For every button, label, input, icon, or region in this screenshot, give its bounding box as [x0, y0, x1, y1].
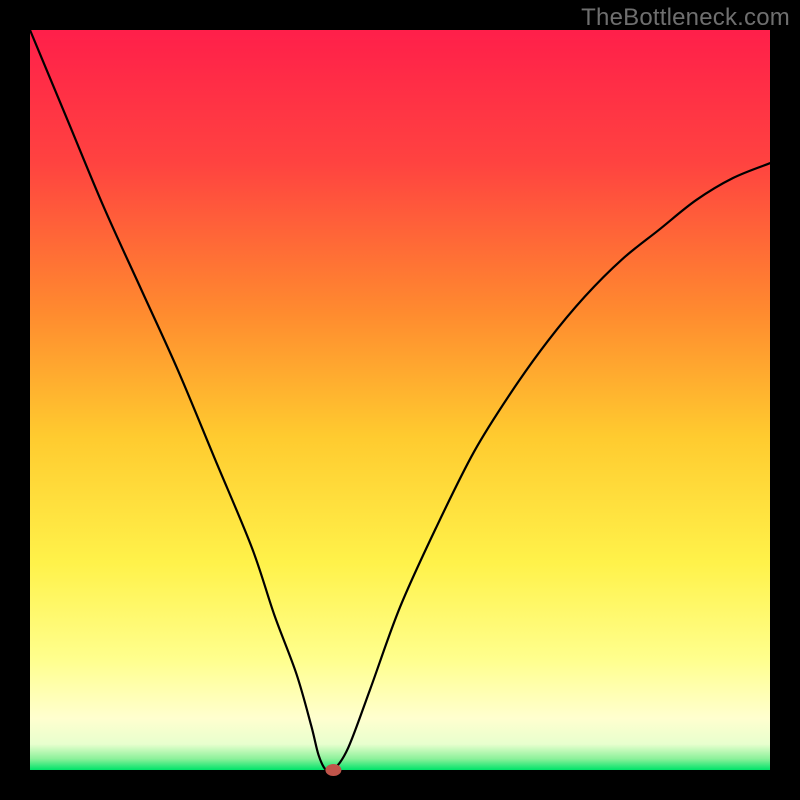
- bottleneck-chart: [0, 0, 800, 800]
- chart-frame: TheBottleneck.com: [0, 0, 800, 800]
- minimum-marker: [325, 764, 341, 776]
- chart-background-gradient: [30, 30, 770, 770]
